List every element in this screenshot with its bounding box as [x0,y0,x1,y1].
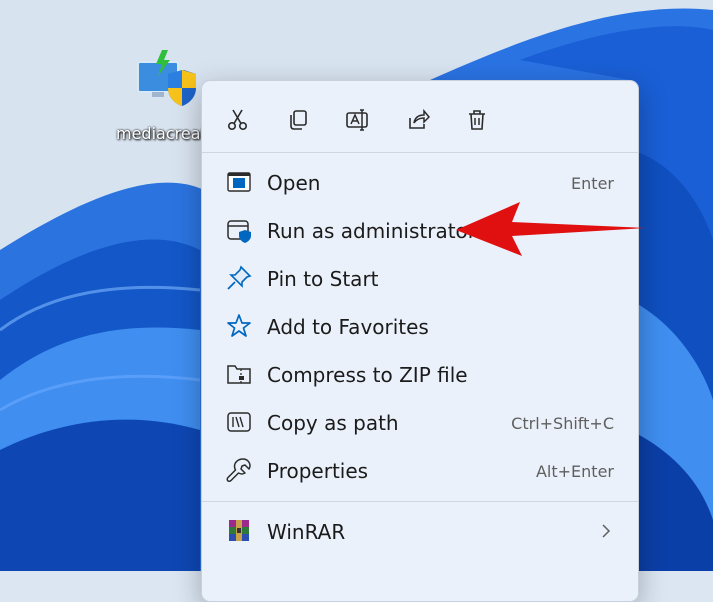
winrar-icon [229,520,249,541]
menu-item-shortcut: Enter [571,174,614,193]
copy-button[interactable] [281,103,315,137]
menu-item-label: Open [267,171,321,195]
menu-item-compress-zip[interactable]: Compress to ZIP file [208,352,632,396]
scissors-icon [227,109,248,131]
trash-icon [469,110,485,130]
menu-item-label: Copy as path [267,411,399,435]
wrench-icon [226,458,251,483]
menu-item-label: Compress to ZIP file [267,363,468,387]
admin-shield-icon [227,220,251,243]
pin-icon [227,265,252,290]
menu-item-label: Add to Favorites [267,315,429,339]
rename-button[interactable] [341,103,375,137]
menu-item-shortcut: Ctrl+Shift+C [511,414,614,433]
menu-item-shortcut: Alt+Enter [535,462,614,481]
menu-item-label: WinRAR [267,520,346,544]
context-menu: Open Enter Run as administrator Pin to S… [201,80,639,602]
menu-item-label: Properties [267,459,369,483]
cut-button[interactable] [221,103,255,137]
menu-item-add-to-favorites[interactable]: Add to Favorites [208,304,632,348]
menu-item-label: Run as administrator [267,219,477,243]
context-toolbar [202,81,638,151]
rename-icon [346,109,368,131]
copy-icon [290,110,307,130]
installer-shield-icon [137,50,196,106]
chevron-right-icon [602,524,611,538]
menu-item-copy-as-path[interactable]: Copy as path Ctrl+Shift+C [208,400,632,444]
share-icon [409,108,430,129]
menu-separator [202,501,638,502]
path-icon [227,412,251,432]
star-icon [227,314,251,337]
menu-item-label: Pin to Start [267,267,379,291]
annotation-arrow [456,202,646,256]
menu-item-winrar[interactable]: WinRAR [208,509,632,553]
open-window-icon [227,172,251,192]
zip-folder-icon [227,365,251,384]
menu-item-pin-to-start[interactable]: Pin to Start [208,256,632,300]
share-button[interactable] [401,103,435,137]
menu-separator [202,152,638,153]
menu-item-properties[interactable]: Properties Alt+Enter [208,448,632,492]
delete-button[interactable] [460,103,494,137]
